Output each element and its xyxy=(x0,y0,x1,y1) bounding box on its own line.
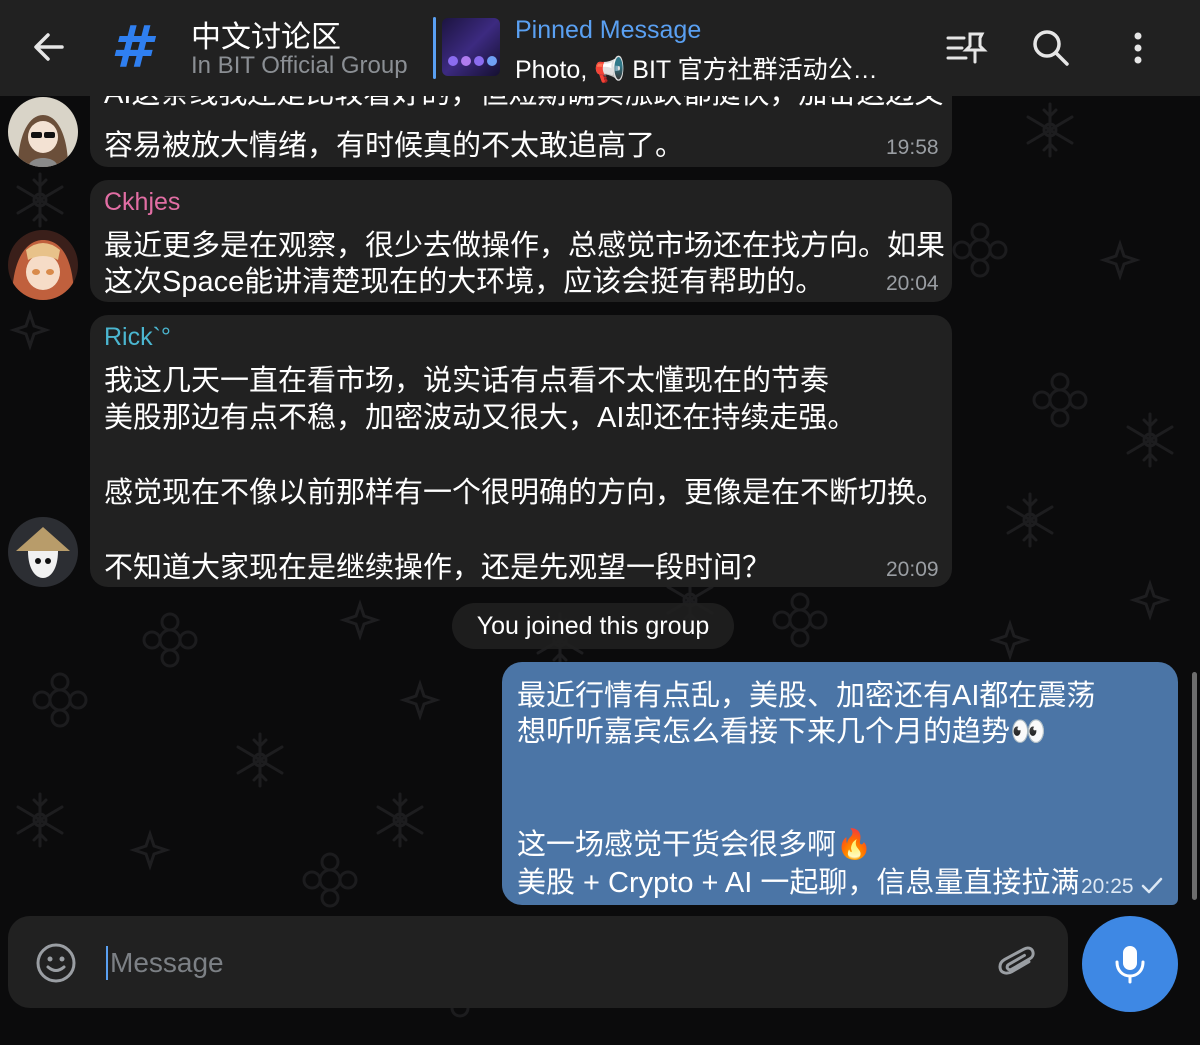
message-time: 20:25 xyxy=(1081,875,1134,898)
service-message: You joined this group xyxy=(452,603,734,649)
message-text-line: 这一场感觉干货会很多啊🔥 xyxy=(517,829,873,861)
message-time: 20:04 xyxy=(886,272,939,295)
voice-record-button[interactable] xyxy=(1082,916,1178,1012)
search-button[interactable] xyxy=(1027,24,1075,72)
message-bubble[interactable]: Ckhjes 最近更多是在观察，很少去做操作，总感觉市场还在找方向。如果 这次S… xyxy=(90,180,952,302)
sender-name[interactable]: Ckhjes xyxy=(104,188,180,217)
message-text-line: 美股那边有点不稳，加密波动又很大，AI却还在持续走强。 xyxy=(104,402,857,434)
message-text-line: 想听听嘉宾怎么看接下来几个月的趋势👀 xyxy=(517,716,1047,748)
user-avatar-icon xyxy=(8,97,78,167)
message-text-line: 感觉现在不像以前那样有一个很明确的方向，更像是在不断切换。 xyxy=(104,477,946,509)
pinned-message-title[interactable]: Pinned Message xyxy=(515,16,701,45)
pinned-list-button[interactable] xyxy=(942,24,990,72)
pinned-message-preview[interactable]: Photo, 📢 BIT 官方社群活动公… xyxy=(515,50,878,86)
message-time: 19:58 xyxy=(886,136,939,159)
message-time: 20:09 xyxy=(886,558,939,581)
message-bubble[interactable]: Rick`° 我这几天一直在看市场，说实话有点看不太懂现在的节奏 美股那边有点不… xyxy=(90,315,952,587)
message-text-line: 美股 + Crypto + AI 一起聊，信息量直接拉满 xyxy=(517,867,1080,899)
avatar[interactable] xyxy=(8,230,78,300)
search-icon xyxy=(1033,30,1069,66)
group-avatar[interactable]: # xyxy=(98,14,164,80)
attach-icon xyxy=(998,946,1035,975)
chat-subtitle[interactable]: In BIT Official Group xyxy=(191,52,408,80)
more-menu-button[interactable] xyxy=(1114,24,1162,72)
message-text-line: 不知道大家现在是继续操作，还是先观望一段时间？ xyxy=(104,552,772,584)
back-arrow-icon xyxy=(34,33,64,61)
more-vertical-icon xyxy=(1134,32,1142,64)
pinned-indicator-bar xyxy=(433,17,436,79)
message-text-line: 我这几天一直在看市场，说实话有点看不太懂现在的节奏 xyxy=(104,365,830,397)
hashtag-icon: # xyxy=(110,13,152,81)
emoji-button[interactable] xyxy=(34,941,78,985)
avatar[interactable] xyxy=(8,517,78,587)
attach-button[interactable] xyxy=(998,943,1038,985)
message-text-line: 这次Space能讲清楚现在的大环境，应该会挺有帮助的。 xyxy=(104,266,825,298)
message-text-line: 容易被放大情绪，有时候真的不太敢追高了。 xyxy=(104,130,685,162)
pinned-thumbnail[interactable] xyxy=(442,18,500,76)
sender-name[interactable]: Rick`° xyxy=(104,323,171,352)
user-avatar-icon xyxy=(8,517,78,587)
avatar[interactable] xyxy=(8,97,78,167)
sent-check-icon xyxy=(1141,877,1163,894)
back-button[interactable] xyxy=(24,22,74,72)
own-message-bubble[interactable]: 最近行情有点乱，美股、加密还有AI都在震荡 想听听嘉宾怎么看接下来几个月的趋势👀… xyxy=(502,662,1178,905)
chat-title[interactable]: 中文讨论区 xyxy=(191,12,341,56)
pin-list-icon xyxy=(946,32,988,64)
scrollbar[interactable] xyxy=(1192,672,1197,900)
emoji-icon xyxy=(36,943,76,983)
message-input[interactable]: Message xyxy=(106,946,224,980)
microphone-icon xyxy=(1115,946,1145,984)
message-composer: Message xyxy=(8,916,1068,1008)
chat-header: # 中文讨论区 In BIT Official Group Pinned Mes… xyxy=(0,0,1200,96)
user-avatar-icon xyxy=(8,230,78,300)
